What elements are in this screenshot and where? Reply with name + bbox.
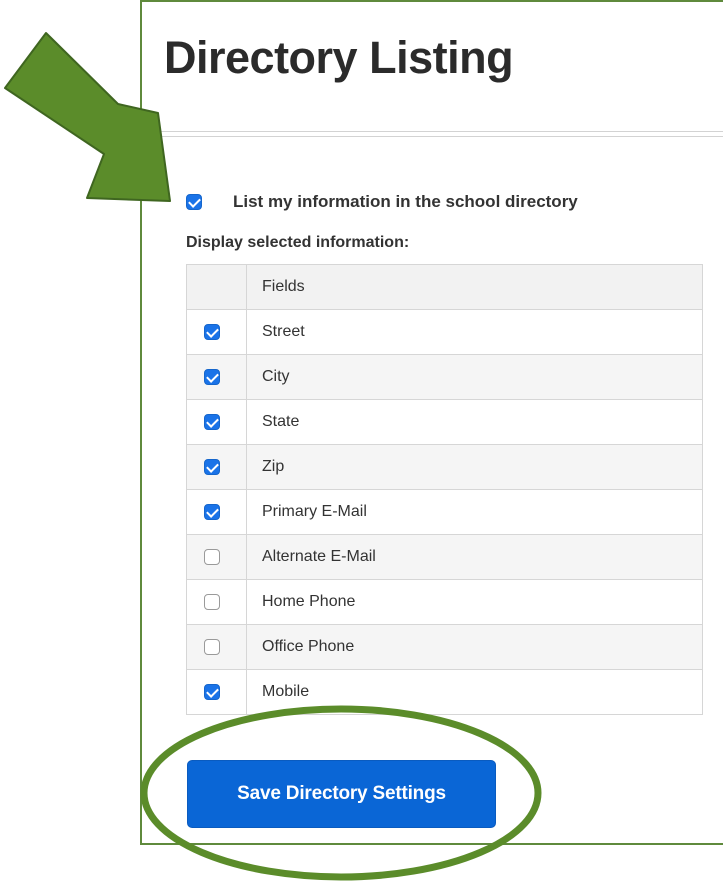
table-row: Street [186,309,703,355]
fields-table-body: Street City State Zip Primary E-Mail Alternat… [186,309,703,715]
field-label: Primary E-Mail [246,489,703,535]
field-checkbox-cell [186,579,247,625]
field-checkbox-cell [186,354,247,400]
field-label: Office Phone [246,624,703,670]
table-row: State [186,399,703,445]
list-in-directory-checkbox[interactable] [186,194,202,210]
field-checkbox-cell [186,399,247,445]
table-row: Primary E-Mail [186,489,703,535]
field-label: Mobile [246,669,703,715]
field-checkbox[interactable] [204,458,220,475]
page-title: Directory Listing [164,32,514,83]
table-row: Home Phone [186,579,703,625]
field-checkbox-cell [186,444,247,490]
fields-column-header: Fields [246,264,703,310]
title-divider-secondary [142,136,723,137]
field-label: City [246,354,703,400]
table-row: Mobile [186,669,703,715]
field-label: Home Phone [246,579,703,625]
field-checkbox[interactable] [204,503,220,520]
table-row: City [186,354,703,400]
field-checkbox[interactable] [204,683,220,700]
save-directory-settings-button[interactable]: Save Directory Settings [187,760,496,828]
field-checkbox[interactable] [204,548,220,565]
fields-table: Fields Street City State Zip Primary E-Mail A… [186,264,703,715]
table-row: Alternate E-Mail [186,534,703,580]
field-label: Zip [246,444,703,490]
field-checkbox-cell [186,669,247,715]
field-checkbox-cell [186,309,247,355]
field-checkbox-cell [186,534,247,580]
field-checkbox-cell [186,624,247,670]
field-checkbox[interactable] [204,323,220,340]
field-label: Alternate E-Mail [246,534,703,580]
field-checkbox[interactable] [204,593,220,610]
field-checkbox-cell [186,489,247,535]
list-in-directory-row[interactable]: List my information in the school direct… [186,192,578,212]
field-checkbox[interactable] [204,368,220,385]
field-label: State [246,399,703,445]
table-header-row: Fields [186,264,703,310]
display-selected-heading: Display selected information: [186,234,410,251]
field-checkbox[interactable] [204,413,220,430]
field-checkbox[interactable] [204,638,220,655]
table-row: Zip [186,444,703,490]
title-divider [142,131,723,132]
field-label: Street [246,309,703,355]
checkbox-column-header [186,264,247,310]
list-in-directory-label: List my information in the school direct… [233,192,578,211]
table-row: Office Phone [186,624,703,670]
